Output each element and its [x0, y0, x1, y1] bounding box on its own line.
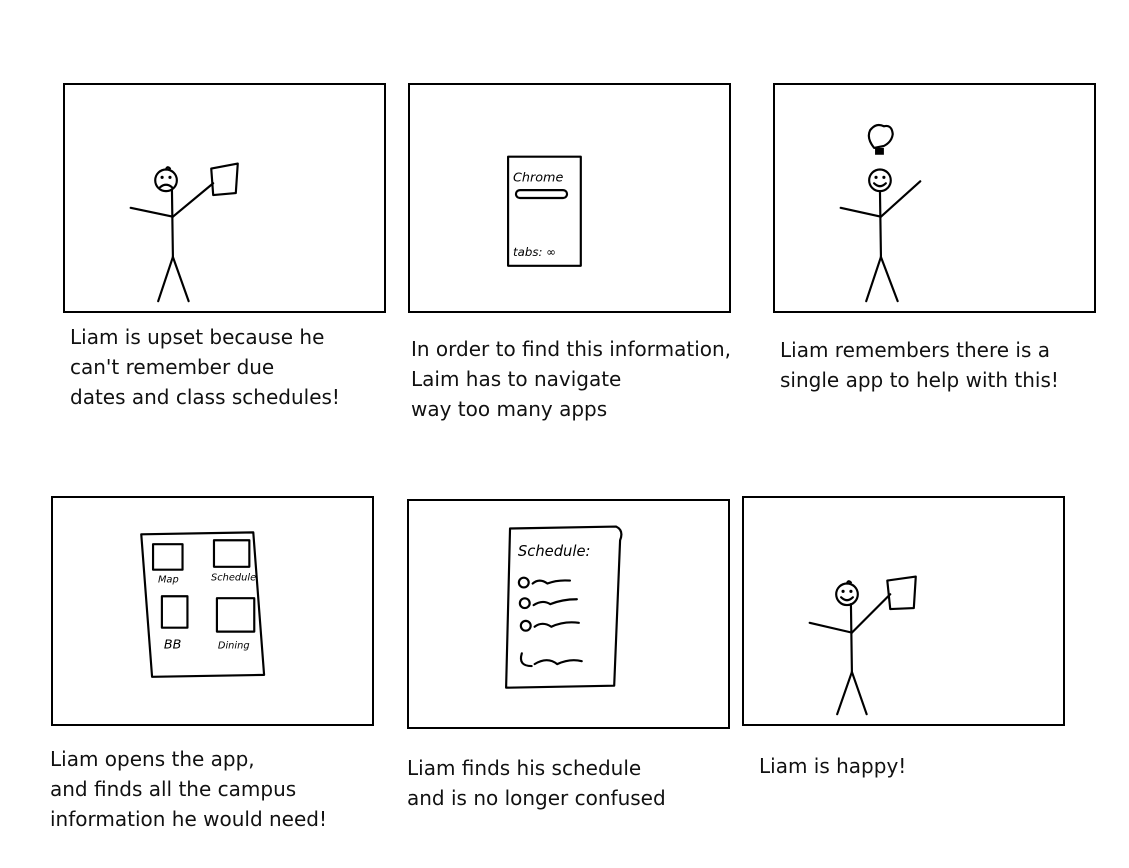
happy-stick-figure: [808, 575, 917, 716]
app-tile-bb-label: BB: [164, 637, 182, 652]
upset-stick-figure: [129, 162, 239, 303]
panel-3-caption: Liam remembers there is a single app to …: [780, 338, 1059, 392]
panel-4-caption: Liam opens the app, and finds all the ca…: [50, 747, 328, 831]
panel-3: [773, 83, 1096, 313]
panel-5: Schedule:: [407, 499, 730, 729]
panel-6-caption: Liam is happy!: [759, 754, 907, 778]
panel-2-caption: In order to find this information, Laim …: [411, 337, 732, 421]
phone-sketch: Chrome tabs: ∞: [507, 155, 582, 267]
panel-5-caption: Liam finds his schedule and is no longer…: [407, 756, 666, 810]
tabs-label: tabs: ∞: [513, 245, 556, 259]
chrome-label: Chrome: [513, 170, 563, 185]
idea-stick-figure: [839, 123, 922, 303]
panel-2: Chrome tabs: ∞: [408, 83, 731, 313]
app-tile-schedule-label: Schedule: [211, 573, 256, 584]
lightbulb-icon: [867, 123, 894, 155]
panel-4: Map Schedule BB Dining: [51, 496, 374, 726]
app-tile-dining-label: Dining: [218, 640, 250, 651]
schedule-title: Schedule:: [518, 543, 591, 560]
panel-6: [742, 496, 1065, 726]
panel-1-caption: Liam is upset because he can't remember …: [70, 325, 340, 409]
schedule-sketch: Schedule:: [505, 525, 623, 689]
app-sketch: Map Schedule BB Dining: [140, 531, 266, 678]
app-tile-map-label: Map: [158, 575, 179, 586]
panel-1: [63, 83, 386, 313]
